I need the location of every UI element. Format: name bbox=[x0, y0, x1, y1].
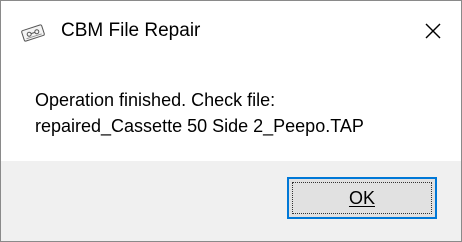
close-button[interactable] bbox=[415, 15, 451, 51]
ok-button-label: OK bbox=[348, 187, 375, 208]
message-text: Operation finished. Check file: repaired… bbox=[35, 87, 364, 139]
cassette-icon bbox=[21, 24, 45, 42]
message-line-2: repaired_Cassette 50 Side 2_Peepo.TAP bbox=[35, 116, 364, 136]
dialog-footer: OK bbox=[1, 161, 461, 241]
message-dialog: CBM File Repair Operation finished. Chec… bbox=[0, 0, 462, 242]
close-icon bbox=[424, 22, 442, 45]
dialog-content: Operation finished. Check file: repaired… bbox=[1, 65, 461, 161]
ok-button[interactable]: OK bbox=[287, 177, 437, 219]
window-title: CBM File Repair bbox=[61, 20, 201, 41]
title-bar[interactable]: CBM File Repair bbox=[1, 1, 461, 65]
message-line-1: Operation finished. Check file: bbox=[35, 90, 276, 110]
